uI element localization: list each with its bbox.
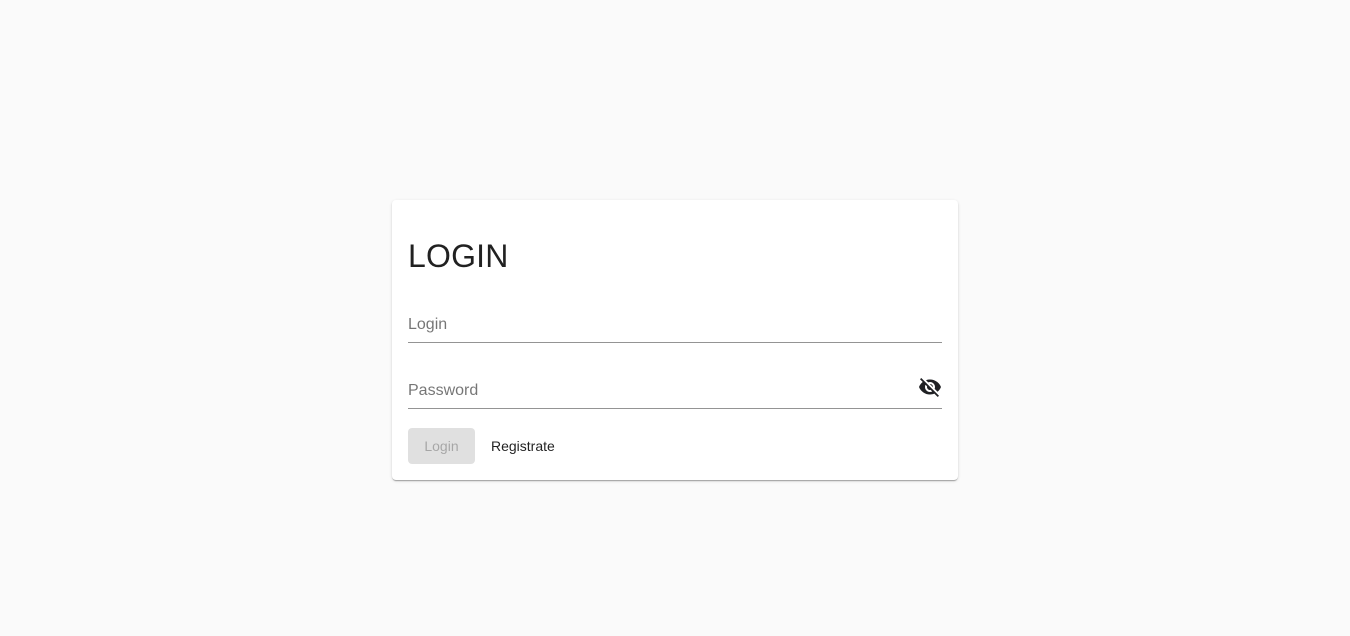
login-field <box>408 306 942 343</box>
login-input[interactable] <box>408 314 898 336</box>
visibility-off-icon[interactable] <box>917 374 943 400</box>
login-card: LOGIN Login Registrate <box>392 200 958 480</box>
password-field <box>408 372 942 409</box>
form-actions: Login Registrate <box>408 428 571 464</box>
page-title: LOGIN <box>408 238 509 274</box>
password-input[interactable] <box>408 380 898 402</box>
register-button[interactable]: Registrate <box>475 428 571 464</box>
login-button[interactable]: Login <box>408 428 475 464</box>
